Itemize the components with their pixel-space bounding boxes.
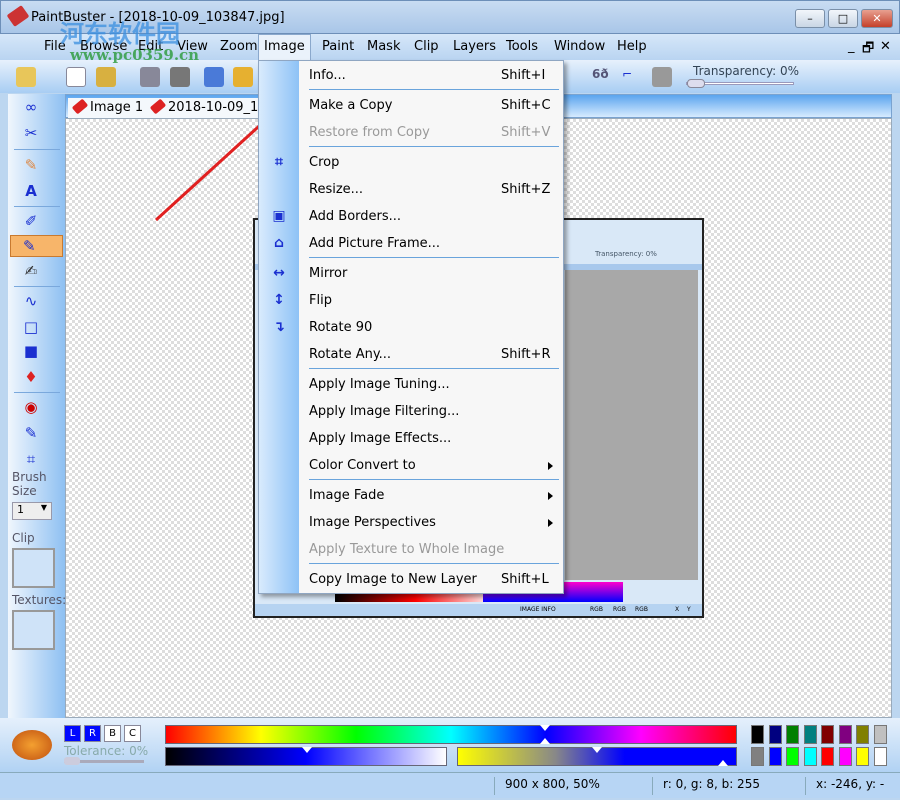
menu-item-label: Color Convert to: [309, 458, 416, 473]
menu-item-copy-image-to-new-layer[interactable]: Copy Image to New Layer Shift+L: [299, 566, 563, 593]
menu-item-mirror[interactable]: Mirror ↔: [273, 260, 563, 287]
menu-item-add-picture-frame[interactable]: Add Picture Frame... ⌂: [274, 230, 563, 257]
menu-item-shortcut: Shift+C: [501, 98, 551, 113]
menu-item-label: Flip: [309, 293, 332, 308]
menu-item-shortcut: Shift+L: [501, 572, 549, 587]
menu-item-shortcut: Shift+I: [501, 68, 546, 83]
flip-icon: ↕: [273, 292, 285, 308]
menu-item-image-perspectives[interactable]: Image Perspectives: [299, 509, 563, 536]
crop-icon: ⌗: [275, 154, 283, 170]
menu-item-add-borders[interactable]: Add Borders... ▣: [272, 203, 563, 230]
menu-item-label: Add Borders...: [309, 209, 402, 224]
submenu-arrow-icon: [548, 519, 553, 527]
frame-icon: ⌂: [273, 235, 285, 251]
menu-item-shortcut: Shift+Z: [501, 182, 551, 197]
menu-item-make-a-copy[interactable]: Make a Copy Shift+C: [299, 92, 563, 119]
menu-item-label: Apply Image Effects...: [309, 431, 452, 446]
menu-item-label: Apply Texture to Whole Image: [309, 542, 505, 557]
menu-item-label: Resize...: [309, 182, 364, 197]
menu-item-label: Crop: [309, 155, 340, 170]
menu-item-label: Copy Image to New Layer: [309, 572, 477, 587]
mirror-icon: ↔: [273, 265, 285, 281]
menu-item-resize[interactable]: Resize... Shift+Z: [299, 176, 563, 203]
menu-item-flip[interactable]: Flip ↕: [273, 287, 563, 314]
image-menu-dropdown: Info... Shift+I Make a Copy Shift+C Restore …: [258, 60, 564, 594]
menu-item-rotate-any[interactable]: Rotate Any... Shift+R: [299, 341, 563, 368]
menu-item-label: Image Perspectives: [309, 515, 436, 530]
menu-item-label: Apply Image Tuning...: [309, 377, 450, 392]
menu-item-label: Image Fade: [309, 488, 385, 503]
menu-item-restore-from-copy: Restore from Copy Shift+V: [299, 119, 563, 146]
menu-item-label: Make a Copy: [309, 98, 393, 113]
menu-item-label: Add Picture Frame...: [309, 236, 441, 251]
menu-item-label: Mirror: [309, 266, 348, 281]
menu-item-info[interactable]: Info... Shift+I: [299, 62, 563, 89]
menu-item-label: Apply Image Filtering...: [309, 404, 460, 419]
menu-item-shortcut: Shift+R: [501, 347, 551, 362]
submenu-arrow-icon: [548, 462, 553, 470]
menu-item-crop[interactable]: Crop ⌗: [275, 149, 563, 176]
menu-item-shortcut: Shift+V: [501, 125, 551, 140]
rotate-icon: ↴: [273, 319, 285, 335]
menu-item-apply-image-tuning[interactable]: Apply Image Tuning...: [299, 371, 563, 398]
menu-item-label: Rotate 90: [309, 320, 373, 335]
menu-item-apply-image-filtering[interactable]: Apply Image Filtering...: [299, 398, 563, 425]
submenu-arrow-icon: [548, 492, 553, 500]
menu-item-rotate-90[interactable]: Rotate 90 ↴: [273, 314, 563, 341]
menu-item-label: Rotate Any...: [309, 347, 392, 362]
menu-item-label: Info...: [309, 68, 346, 83]
menu-item-apply-texture-to-whole-image: Apply Texture to Whole Image: [299, 536, 563, 563]
borders-icon: ▣: [272, 208, 286, 224]
menu-item-label: Restore from Copy: [309, 125, 430, 140]
menu-item-image-fade[interactable]: Image Fade: [299, 482, 563, 509]
menu-item-apply-image-effects[interactable]: Apply Image Effects...: [299, 425, 563, 452]
menu-item-color-convert-to[interactable]: Color Convert to: [299, 452, 563, 479]
